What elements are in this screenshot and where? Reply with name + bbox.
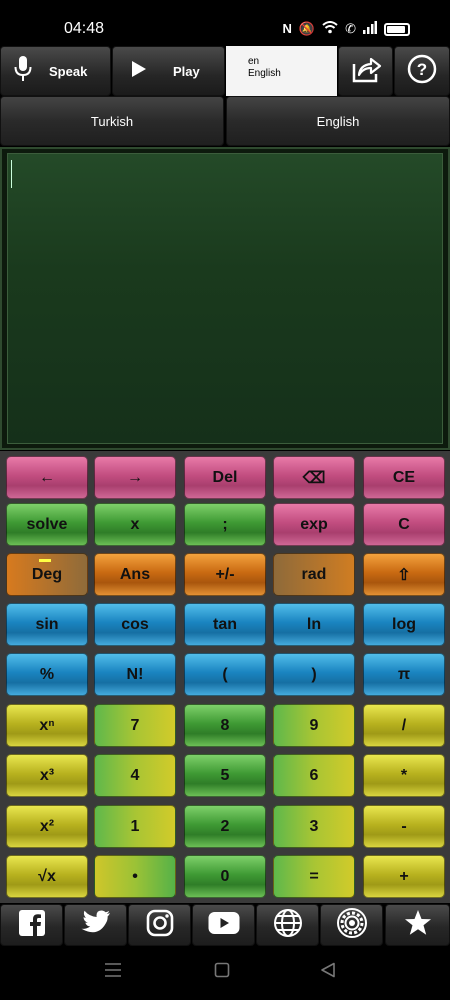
play-label: Play (173, 63, 200, 79)
speak-button[interactable]: Speak (0, 46, 111, 96)
bell-off-icon: 🔕 (298, 21, 316, 36)
key-pi[interactable]: π (363, 653, 445, 696)
top-toolbar: Speak Play en English ? (0, 46, 450, 96)
youtube-icon (208, 911, 240, 940)
key-backspace[interactable]: ⌫ (273, 456, 355, 499)
system-navigation-bar (0, 948, 450, 1000)
key-decimal-point[interactable]: • (94, 855, 176, 898)
social-bar (0, 904, 450, 948)
settings-button[interactable] (320, 904, 383, 946)
key-x-power-n[interactable]: xⁿ (6, 704, 88, 747)
globe-icon (273, 908, 303, 943)
svg-text:?: ? (417, 60, 427, 79)
key-equals[interactable]: = (273, 855, 355, 898)
key-open-paren[interactable]: ( (184, 653, 266, 696)
language-name: English (248, 68, 281, 79)
key-divide[interactable]: / (363, 704, 445, 747)
settings-icon (336, 907, 368, 944)
key-tan[interactable]: tan (184, 603, 266, 646)
play-icon (131, 60, 147, 83)
twitter-icon (81, 910, 111, 941)
key-semicolon[interactable]: ; (184, 503, 266, 546)
instagram-icon (146, 909, 174, 942)
key-9[interactable]: 9 (273, 704, 355, 747)
instagram-button[interactable] (128, 904, 191, 946)
key-8[interactable]: 8 (184, 704, 266, 747)
key-6[interactable]: 6 (273, 754, 355, 797)
key-ce[interactable]: CE (363, 456, 445, 499)
battery-icon (384, 22, 410, 36)
key-2[interactable]: 2 (184, 805, 266, 848)
key-right-arrow[interactable]: → (94, 456, 176, 499)
key-factorial[interactable]: N! (94, 653, 176, 696)
share-button[interactable] (338, 46, 393, 96)
key-1[interactable]: 1 (94, 805, 176, 848)
key-plus-minus[interactable]: +/- (184, 553, 266, 596)
microphone-icon (13, 55, 33, 88)
language-row: Turkish English (0, 96, 450, 146)
key-4[interactable]: 4 (94, 754, 176, 797)
status-bar: 04:48 N 🔕 ✆ (0, 0, 450, 46)
text-cursor (11, 160, 12, 188)
status-icons: N 🔕 ✆ (283, 21, 410, 37)
nfc-icon: N (282, 21, 292, 36)
help-icon: ? (407, 54, 437, 89)
key-multiply[interactable]: * (363, 754, 445, 797)
language-selector[interactable]: en English (226, 46, 337, 96)
back-button[interactable] (320, 962, 336, 983)
key-plus[interactable]: + (363, 855, 445, 898)
wifi-icon (322, 21, 338, 37)
target-language-button[interactable]: English (226, 96, 450, 146)
key-close-paren[interactable]: ) (273, 653, 355, 696)
key-rad[interactable]: rad (273, 553, 355, 596)
facebook-button[interactable] (0, 904, 63, 946)
key-3[interactable]: 3 (273, 805, 355, 848)
key-5[interactable]: 5 (184, 754, 266, 797)
source-language-button[interactable]: Turkish (0, 96, 224, 146)
key-square-root[interactable]: √x (6, 855, 88, 898)
key-cos[interactable]: cos (94, 603, 176, 646)
expression-editor-frame (0, 147, 450, 450)
key-left-arrow[interactable]: ← (6, 456, 88, 499)
key-log[interactable]: log (363, 603, 445, 646)
key-clear[interactable]: C (363, 503, 445, 546)
play-button[interactable]: Play (112, 46, 225, 96)
key-ans[interactable]: Ans (94, 553, 176, 596)
speak-label: Speak (49, 63, 88, 79)
key-deg-label: Deg (31, 565, 63, 583)
key-minus[interactable]: - (363, 805, 445, 848)
language-code: en (248, 56, 260, 67)
keypad: ← → Del ⌫ CE solve x ; exp C Deg Ans +/-… (0, 451, 450, 903)
recent-apps-button[interactable] (104, 962, 122, 983)
key-0[interactable]: 0 (184, 855, 266, 898)
home-button[interactable] (214, 962, 230, 983)
key-exp[interactable]: exp (273, 503, 355, 546)
key-solve[interactable]: solve (6, 503, 88, 546)
expression-editor[interactable] (7, 153, 443, 444)
key-percent[interactable]: % (6, 653, 88, 696)
signal-icon (363, 21, 377, 37)
favorite-button[interactable] (385, 904, 450, 946)
key-x[interactable]: x (94, 503, 176, 546)
key-shift[interactable]: ⇧ (363, 553, 445, 596)
key-x-squared[interactable]: x² (6, 805, 88, 848)
key-ln[interactable]: ln (273, 603, 355, 646)
key-sin[interactable]: sin (6, 603, 88, 646)
key-x-cubed[interactable]: x³ (6, 754, 88, 797)
youtube-button[interactable] (192, 904, 255, 946)
website-button[interactable] (256, 904, 319, 946)
deg-active-indicator (39, 559, 51, 562)
twitter-button[interactable] (64, 904, 127, 946)
share-icon (350, 54, 382, 89)
key-7[interactable]: 7 (94, 704, 176, 747)
key-del[interactable]: Del (184, 456, 266, 499)
key-deg[interactable]: Deg (6, 553, 88, 596)
star-icon (404, 909, 432, 941)
facebook-icon (18, 909, 46, 942)
help-button[interactable]: ? (394, 46, 450, 96)
call-icon: ✆ (345, 21, 356, 36)
status-time: 04:48 (64, 20, 105, 37)
